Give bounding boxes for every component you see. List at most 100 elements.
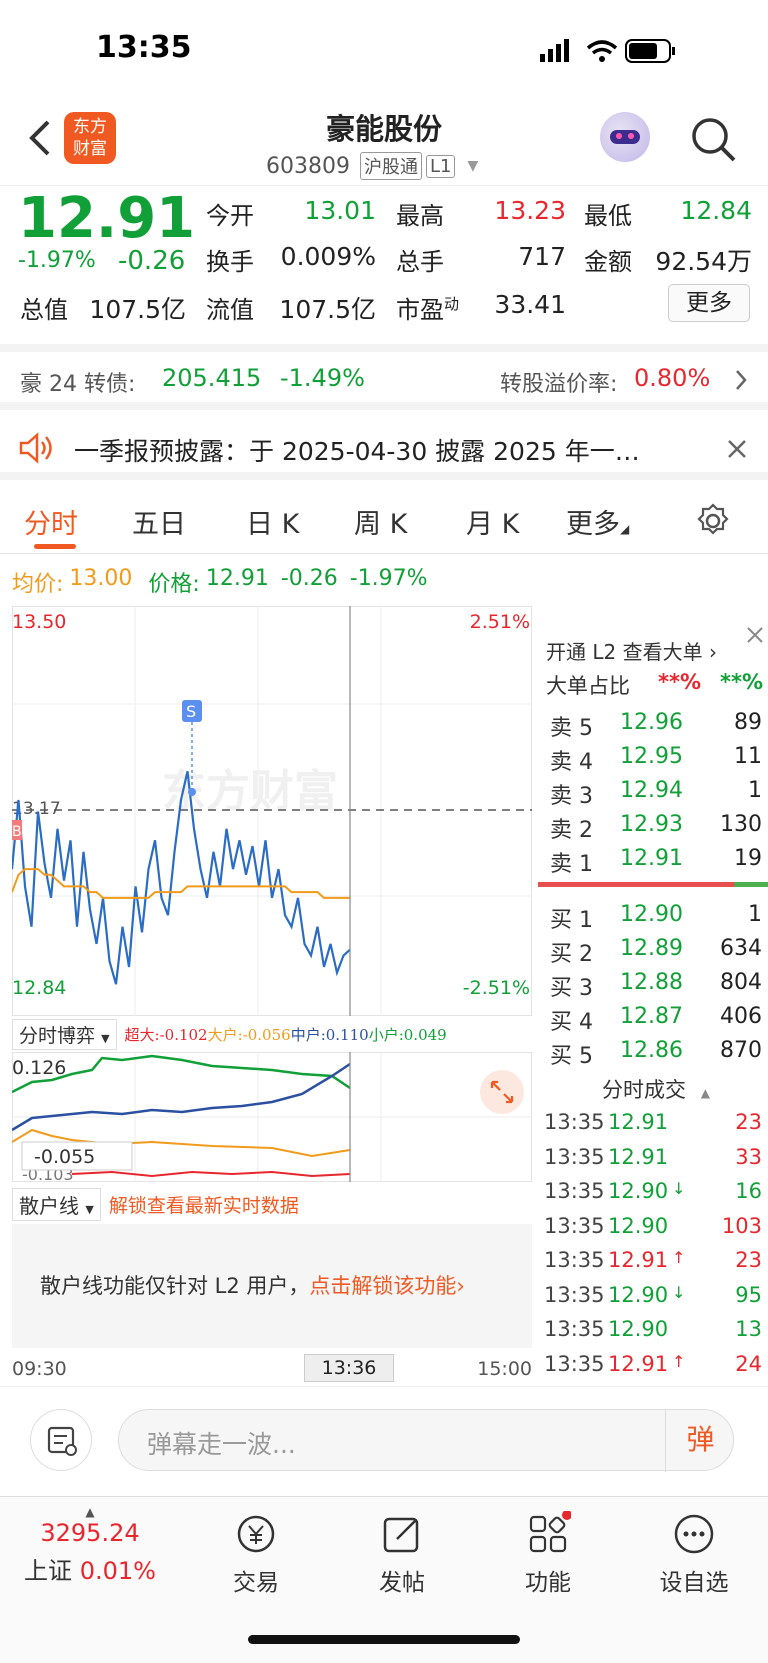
sell-marker-label: S [186,702,196,721]
notice-bar[interactable]: 一季报预披露：于 2025-04-30 披露 2025 年一… [0,418,768,480]
trade-time: 13:35 [544,1317,605,1341]
mid-flow: 中户:0.110 [290,1025,369,1044]
trade-row: 13:35 12.90 ↓ 95 [536,1281,768,1315]
trade-volume: 24 [735,1351,762,1376]
ask-row[interactable]: 卖 5 12.96 89 [536,708,768,742]
tab-watchlist[interactable]: 设自选 [634,1511,754,1597]
bid-label: 买 1 [550,908,593,933]
tab-weekly-k[interactable]: 周 K [354,502,407,541]
game-selector[interactable]: 分时博弈 ▼ [12,1018,117,1050]
tab-intraday[interactable]: 分时 [24,502,78,541]
search-icon[interactable] [690,116,738,164]
status-icons [540,39,675,63]
stock-code: 603809 [266,153,350,179]
retail-selector[interactable]: 散户线 ▼ [12,1187,101,1221]
close-icon[interactable] [726,438,748,460]
intraday-chart[interactable]: 东方财富 13.17 S B 13.50 12.84 2.51% -2.51% [12,606,532,1016]
tab-post[interactable]: 发帖 [342,1511,462,1597]
ask-label: 卖 1 [550,852,593,877]
retail-unlock-hint[interactable]: 解锁查看最新实时数据 [109,1191,299,1218]
bid-price: 12.89 [620,936,683,961]
bid-row[interactable]: 买 2 12.89 634 [536,934,768,968]
trade-arrow: ↑ [672,1248,686,1267]
assistant-avatar[interactable] [600,112,650,162]
ask-volume: 89 [734,710,762,735]
trade-row: 13:35 12.91 ↑ 24 [536,1350,768,1384]
index-widget[interactable]: ▲ 3295.24 上证 0.01% [0,1505,180,1586]
tab-five-day[interactable]: 五日 [132,502,186,541]
bid-row[interactable]: 买 1 12.90 1 [536,900,768,934]
bid-volume: 804 [720,970,762,995]
edit-icon [383,1517,419,1553]
trade-arrow: ↓ [672,1179,686,1198]
ask-row[interactable]: 卖 1 12.91 19 [536,844,768,878]
price-change-pct: -1.97% [349,566,428,591]
convertible-bond-row[interactable]: 豪 24 转债: 205.415 -1.49% 转股溢价率: 0.80% [0,352,768,410]
ask-row[interactable]: 卖 4 12.95 11 [536,742,768,776]
game-top-value: 0.126 [12,1057,66,1079]
tab-indicator [34,544,76,549]
notice-text: 一季报预披露：于 2025-04-30 披露 2025 年一… [74,437,640,466]
ask-label: 卖 2 [550,818,593,843]
trade-time: 13:35 [544,1282,605,1307]
chart-tabs: 分时 五日 日 K 周 K 月 K 更多◢ [0,488,768,554]
l2-link[interactable]: 开通 L2 查看大单 › [546,636,717,665]
bid-price: 12.90 [620,902,683,927]
danmu-button[interactable]: 弹 [665,1410,735,1472]
tab-functions[interactable]: 功能 [488,1510,608,1597]
premium-value: 0.80% [634,364,711,392]
close-icon[interactable] [744,624,766,646]
retail-unlock-link[interactable]: 点击解锁该功能 [309,1274,456,1298]
trade-price: 12.90 [608,1179,669,1203]
volume-label: 总手 [396,248,444,276]
danmu-input[interactable]: 弹幕走一波... 弹 [118,1409,735,1472]
ask-row[interactable]: 卖 3 12.94 1 [536,776,768,810]
bid-row[interactable]: 买 5 12.86 870 [536,1036,768,1070]
notes-icon[interactable] [30,1409,92,1471]
bid-row[interactable]: 买 3 12.88 804 [536,968,768,1002]
mktcap-value: 107.5亿 [89,295,186,324]
tab-monthly-k[interactable]: 月 K [466,502,519,541]
ask-price: 12.91 [620,846,683,871]
intraday-chart-area: 东方财富 13.17 S B 13.50 12.84 2.51% -2.51% … [12,606,532,1386]
gear-icon[interactable] [694,502,732,540]
tab-trade[interactable]: 交易 [196,1511,316,1597]
ask-label: 卖 5 [550,716,593,741]
bid-label: 买 3 [550,976,593,1001]
mktcap-label: 总值 [20,296,68,324]
bid-volume: 406 [720,1004,762,1029]
chevron-down-icon[interactable]: ▼ [467,158,478,174]
ask-price: 12.93 [620,812,683,837]
bid-row[interactable]: 买 4 12.87 406 [536,1002,768,1036]
quote-panel: 12.91 -1.97% -0.26 今开 13.01 最高 13.23 最低 … [0,186,768,352]
level-tag: L1 [425,154,456,178]
trade-time: 13:35 [544,1248,605,1272]
ask-volume: 19 [734,846,762,871]
trades-title: 分时成交 ▲ [602,1078,710,1102]
index-change: 0.01% [79,1557,156,1585]
ask-label: 卖 3 [550,784,593,809]
bid-label: 买 5 [550,1044,593,1069]
trade-time: 13:35 [544,1179,605,1203]
trade-arrow: ↑ [672,1351,686,1371]
more-button[interactable]: 更多 [668,284,750,322]
trade-volume: 23 [735,1248,762,1272]
change-pct: -1.97% [18,248,96,273]
tab-more[interactable]: 更多◢ [566,502,629,541]
bid-price: 12.88 [620,970,683,995]
trade-price: 12.91 [608,1110,669,1134]
ask-row[interactable]: 卖 2 12.93 130 [536,810,768,844]
turnover-label: 换手 [206,248,254,276]
y-top-label: 13.50 [12,611,66,633]
page-title: 豪能股份 [325,112,442,146]
tab-daily-k[interactable]: 日 K [246,502,299,541]
trade-row: 13:35 12.91 ↑ 23 [536,1246,768,1280]
trade-price: 12.91 [608,1144,669,1169]
ask-volume: 1 [748,778,762,803]
retail-header: 散户线 ▼ 解锁查看最新实时数据 [12,1186,532,1222]
trade-volume: 16 [735,1179,762,1203]
trade-volume: 103 [721,1213,762,1238]
trade-price: 12.91 [608,1351,669,1376]
retail-locked-panel: 散户线功能仅针对 L2 用户，点击解锁该功能› [12,1224,532,1348]
bond-price: 205.415 [162,364,262,392]
